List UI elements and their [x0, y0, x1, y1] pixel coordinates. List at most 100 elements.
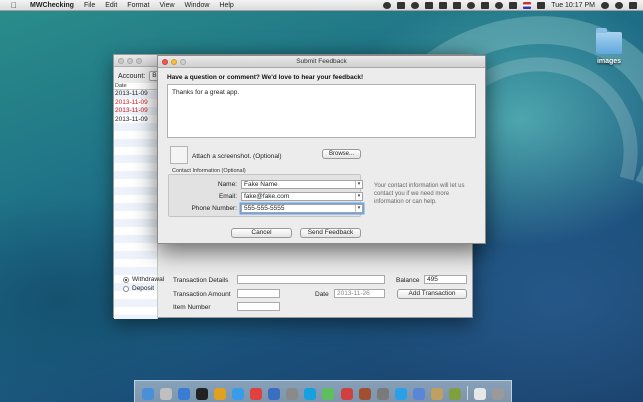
minimize-icon[interactable]	[171, 59, 177, 65]
menu-file[interactable]: File	[84, 2, 95, 9]
input-source-flag-icon[interactable]	[523, 1, 532, 9]
trash-icon[interactable]	[491, 388, 504, 400]
wifi-icon[interactable]	[495, 1, 504, 9]
email-value: fake@fake.com	[244, 193, 290, 200]
menu-format[interactable]: Format	[127, 2, 149, 9]
volume-icon[interactable]	[509, 1, 518, 9]
close-icon[interactable]	[118, 58, 124, 64]
feedback-title: Submit Feedback	[296, 58, 347, 65]
battery-icon[interactable]	[537, 1, 546, 9]
status-area: Tue 10:17 PM	[383, 1, 643, 9]
status-app-icon[interactable]	[383, 1, 392, 9]
menu-view[interactable]: View	[159, 2, 174, 9]
deposit-label: Deposit	[132, 285, 155, 292]
twitter-icon[interactable]	[394, 388, 407, 400]
chrome-icon[interactable]	[214, 388, 227, 400]
dock-separator	[466, 386, 468, 400]
transaction-form: Withdrawal Deposit Transaction Details B…	[114, 269, 474, 319]
settings-icon[interactable]	[286, 388, 299, 400]
date-field[interactable]: 2013-11-26	[334, 289, 385, 298]
transaction-details-input[interactable]	[237, 275, 385, 284]
photo-icon[interactable]	[358, 388, 371, 400]
minimize-icon[interactable]	[127, 58, 133, 64]
contact-side-note: Your contact information will let us con…	[374, 183, 465, 205]
zoom-icon[interactable]	[136, 58, 142, 64]
radio-dot-selected[interactable]	[123, 276, 129, 283]
deposit-radio[interactable]: Deposit	[123, 285, 154, 292]
radio-dot[interactable]	[123, 285, 129, 292]
preview-icon[interactable]	[430, 388, 443, 400]
calculator-icon[interactable]	[376, 388, 389, 400]
balance-field[interactable]: 495	[424, 275, 467, 284]
safari-icon[interactable]	[178, 388, 191, 400]
app-icon[interactable]	[340, 388, 353, 400]
browse-button[interactable]: Browse...	[322, 149, 361, 159]
menu-edit[interactable]: Edit	[105, 2, 117, 9]
folder-label[interactable]: images	[590, 58, 628, 65]
photos-icon[interactable]	[448, 388, 461, 400]
feedback-heading: Have a question or comment? We'd love to…	[167, 74, 364, 81]
phone-field[interactable]: 555-555-5555 ▾	[241, 204, 363, 213]
launchpad-icon[interactable]	[160, 388, 173, 400]
time-machine-icon[interactable]	[467, 1, 476, 9]
table-row[interactable]: 2013-11-09	[114, 107, 157, 116]
feedback-window: Submit Feedback Have a question or comme…	[157, 55, 486, 244]
account-label: Account:	[118, 72, 146, 80]
balance-label: Balance	[396, 277, 420, 284]
skype-icon[interactable]	[304, 388, 317, 400]
withdrawal-radio[interactable]: Withdrawal	[123, 276, 164, 283]
table-row[interactable]: 2013-11-09	[114, 99, 157, 108]
chevron-down-icon[interactable]: ▾	[355, 193, 362, 200]
withdrawal-label: Withdrawal	[132, 276, 165, 283]
send-feedback-button[interactable]: Send Feedback	[300, 228, 361, 238]
mail-icon[interactable]	[412, 388, 425, 400]
folder-icon[interactable]	[596, 28, 622, 54]
chevron-down-icon[interactable]: ▾	[355, 181, 362, 188]
cancel-button[interactable]: Cancel	[231, 228, 292, 238]
spotlight-search-icon[interactable]	[601, 1, 609, 9]
add-transaction-button[interactable]: Add Transaction	[397, 289, 467, 299]
app-store-icon[interactable]	[232, 388, 245, 400]
screenshot-image-well[interactable]	[170, 146, 188, 164]
email-field[interactable]: fake@fake.com ▾	[241, 192, 363, 201]
close-icon[interactable]	[162, 59, 168, 65]
feedback-message-textarea[interactable]: Thanks for a great app.	[167, 84, 476, 138]
transaction-amount-input[interactable]	[237, 289, 280, 298]
user-icon[interactable]	[615, 1, 623, 9]
apple-menu-icon[interactable]: 	[10, 1, 18, 10]
document-icon[interactable]	[473, 388, 486, 400]
table-row[interactable]: 2013-11-09	[114, 90, 157, 99]
calendar-icon[interactable]	[250, 388, 263, 400]
evernote-icon[interactable]	[425, 1, 434, 9]
cloud-icon[interactable]	[397, 1, 406, 9]
phone-label: Phone Number:	[191, 205, 237, 212]
date-label: Date	[315, 291, 329, 298]
menu-clock[interactable]: Tue 10:17 PM	[551, 2, 595, 9]
finder-icon[interactable]	[142, 388, 155, 400]
name-value: Fake Name	[244, 181, 278, 188]
feedback-titlebar[interactable]: Submit Feedback	[158, 56, 485, 68]
contact-info-box: Name: Fake Name ▾ Email: fake@fake.com ▾…	[168, 174, 363, 217]
menu-bar:  MWChecking File Edit Format View Windo…	[0, 0, 643, 11]
dock	[134, 380, 512, 402]
notification-center-icon[interactable]	[629, 1, 637, 9]
menu-app-name[interactable]: MWChecking	[30, 2, 74, 9]
item-number-input[interactable]	[237, 302, 280, 311]
screen-icon[interactable]	[453, 1, 462, 9]
menu-window[interactable]: Window	[185, 2, 210, 9]
bluetooth-icon[interactable]	[481, 1, 490, 9]
chevron-down-icon[interactable]: ▾	[355, 205, 362, 212]
terminal-icon[interactable]	[196, 388, 209, 400]
zoom-icon[interactable]	[180, 59, 186, 65]
item-number-label: Item Number	[173, 304, 211, 311]
dropbox-icon[interactable]	[439, 1, 448, 9]
table-row[interactable]: 2013-11-09	[114, 116, 157, 125]
name-label: Name:	[217, 181, 237, 188]
attach-screenshot-label: Attach a screenshot. (Optional)	[192, 153, 282, 160]
menu-help[interactable]: Help	[219, 2, 233, 9]
xcode-icon[interactable]	[268, 388, 281, 400]
ledger-date-header[interactable]: Date	[114, 83, 157, 90]
name-field[interactable]: Fake Name ▾	[241, 180, 363, 189]
messages-icon[interactable]	[322, 388, 335, 400]
sync-icon[interactable]	[411, 1, 420, 9]
